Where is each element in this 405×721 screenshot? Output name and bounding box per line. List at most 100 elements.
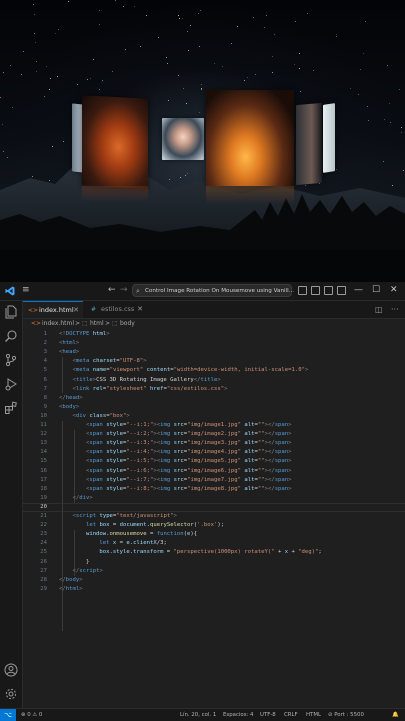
line-number: 21 xyxy=(40,513,47,519)
code-line[interactable]: let box = document.querySelector('.box')… xyxy=(59,521,224,530)
line-number: 17 xyxy=(40,476,47,483)
code-line[interactable]: <span style="--i:2;"><img src="img/image… xyxy=(59,430,292,439)
code-line[interactable]: <title>CSS 3D Rotating Image Gallery</ti… xyxy=(59,376,220,385)
code-line[interactable]: <meta charset="UTF-8"> xyxy=(59,357,146,366)
back-button[interactable]: ← xyxy=(108,284,116,297)
code-line[interactable]: <span style="--i:1;"><img src="img/image… xyxy=(59,421,292,430)
line-number: 6 xyxy=(43,376,47,383)
code-line[interactable]: <span style="--i:3;"><img src="img/image… xyxy=(59,439,292,448)
tab-estilos-css[interactable]: # estilos.css ✕ xyxy=(85,301,147,318)
command-center-title: Control Image Rotation On Mousemove usin… xyxy=(145,288,294,294)
line-number: 19 xyxy=(40,494,47,501)
code-line[interactable]: <span style="--i:4;"><img src="img/image… xyxy=(59,448,292,457)
breadcrumb-separator: > xyxy=(75,320,81,327)
cursor-position[interactable]: Lín. 20, col. 1 xyxy=(180,709,216,721)
maximize-button[interactable]: ☐ xyxy=(372,284,380,297)
remote-indicator-icon[interactable]: ⌥ xyxy=(0,709,16,721)
status-bar: ⌥ ⊗ 0 ⚠ 0 Lín. 20, col. 1 Espacios: 4 UT… xyxy=(0,708,405,721)
breadcrumb-file-icon: <> xyxy=(31,320,42,327)
close-icon[interactable]: ✕ xyxy=(137,301,143,318)
html-file-icon: <> xyxy=(28,307,39,314)
line-number: 25 xyxy=(40,549,47,556)
line-number: 12 xyxy=(40,431,47,438)
close-icon[interactable]: ✕ xyxy=(73,302,79,319)
toggle-secondary-sidebar-icon[interactable] xyxy=(324,286,333,295)
code-line[interactable]: <!DOCTYPE html> xyxy=(59,330,110,339)
code-line[interactable]: <span style="--i:6;"><img src="img/image… xyxy=(59,467,292,476)
line-number: 7 xyxy=(43,385,47,392)
end-of-line[interactable]: CRLF xyxy=(284,709,298,721)
line-number: 1 xyxy=(43,331,47,337)
extensions-icon[interactable] xyxy=(4,401,18,415)
search-icon[interactable] xyxy=(4,329,18,343)
code-line[interactable]: <script type="text/javascript"> xyxy=(59,512,176,521)
language-mode[interactable]: HTML xyxy=(306,709,321,721)
vscode-window: ≡ ← → ⌕ Control Image Rotation On Mousem… xyxy=(0,282,405,721)
line-number: 16 xyxy=(40,467,47,474)
menu-icon[interactable]: ≡ xyxy=(22,284,30,297)
gallery-reflection-3 xyxy=(206,186,294,204)
code-line[interactable]: </html> xyxy=(59,585,83,594)
encoding[interactable]: UTF-8 xyxy=(260,709,276,721)
activity-bar xyxy=(0,301,23,708)
minimize-button[interactable]: — xyxy=(354,284,363,297)
code-line[interactable]: <html> xyxy=(59,339,79,348)
problems-indicator[interactable]: ⊗ 0 ⚠ 0 xyxy=(21,709,42,721)
more-actions-icon[interactable]: ··· xyxy=(391,304,399,315)
customize-layout-icon[interactable] xyxy=(337,286,346,295)
code-line[interactable]: </body> xyxy=(59,576,83,585)
code-line[interactable]: </head> xyxy=(59,394,83,403)
line-number: 9 xyxy=(43,403,47,410)
source-control-icon[interactable] xyxy=(4,353,18,367)
line-number: 14 xyxy=(40,449,47,456)
toggle-primary-sidebar-icon[interactable] xyxy=(298,286,307,295)
code-line[interactable]: </script> xyxy=(59,567,102,576)
forward-button[interactable]: → xyxy=(120,284,128,297)
split-editor-icon[interactable]: ◫ xyxy=(375,304,383,315)
editor-tabs: <> index.html ✕ # estilos.css ✕ ◫ ··· xyxy=(23,301,405,319)
code-line[interactable]: box.style.transform = "perspective(1000p… xyxy=(59,548,321,557)
indentation[interactable]: Espacios: 4 xyxy=(223,709,253,721)
mountain-silhouette xyxy=(0,160,405,282)
line-number: 29 xyxy=(40,585,47,592)
code-line[interactable]: <link rel="stylesheet" href="css/estilos… xyxy=(59,385,227,394)
line-number: 20 xyxy=(40,503,47,510)
vscode-logo-icon xyxy=(5,284,15,301)
breadcrumb-item-body-icon: ⬚ xyxy=(112,320,118,327)
live-server-port[interactable]: ⊘ Port : 5500 xyxy=(328,709,364,721)
account-icon[interactable] xyxy=(4,663,18,677)
close-button[interactable]: ✕ xyxy=(390,284,398,297)
run-debug-icon[interactable] xyxy=(4,377,18,391)
settings-gear-icon[interactable] xyxy=(4,687,18,701)
code-line[interactable]: <span style="--i:8;"><img src="img/image… xyxy=(59,485,292,494)
current-line-highlight xyxy=(23,502,405,512)
breadcrumb-item-file[interactable]: index.html xyxy=(42,319,74,329)
code-line[interactable]: <head> xyxy=(59,348,79,357)
gallery-preview xyxy=(0,0,405,282)
code-line[interactable]: </div> xyxy=(59,494,92,503)
line-number: 13 xyxy=(40,440,47,447)
code-line[interactable]: <div class="box"> xyxy=(59,412,129,421)
code-line[interactable]: <body> xyxy=(59,403,79,412)
explorer-icon[interactable] xyxy=(4,305,18,319)
code-line[interactable]: <meta name="viewport" content="width=dev… xyxy=(59,366,308,375)
code-line[interactable]: let x = e.clientX/3; xyxy=(59,539,166,548)
command-center[interactable]: ⌕ Control Image Rotation On Mousemove us… xyxy=(132,284,294,297)
line-number: 15 xyxy=(40,458,47,465)
breadcrumb-item-body[interactable]: body xyxy=(120,319,135,329)
tab-label: index.html xyxy=(39,306,74,314)
tab-index-html[interactable]: <> index.html ✕ xyxy=(23,301,83,318)
code-line[interactable]: window.onmousemove = function(e){ xyxy=(59,530,197,539)
breadcrumb: <> index.html > ⬚ html > ⬚ body xyxy=(23,319,405,329)
code-editor[interactable]: 1 <!DOCTYPE html> 2 <html> 3 <head> 4 <meta ch… xyxy=(23,330,405,708)
line-number: 4 xyxy=(43,358,47,365)
breadcrumb-item-html[interactable]: html xyxy=(90,319,104,329)
toggle-panel-icon[interactable] xyxy=(311,286,320,295)
line-number: 8 xyxy=(43,394,47,401)
code-line[interactable]: } xyxy=(59,558,89,567)
code-line[interactable]: <span style="--i:5;"><img src="img/image… xyxy=(59,457,292,466)
notifications-icon[interactable]: 🔔 xyxy=(392,709,399,721)
breadcrumb-item-html-icon: ⬚ xyxy=(82,320,88,327)
code-line[interactable]: <span style="--i:7;"><img src="img/image… xyxy=(59,476,292,485)
line-number: 10 xyxy=(40,412,47,419)
